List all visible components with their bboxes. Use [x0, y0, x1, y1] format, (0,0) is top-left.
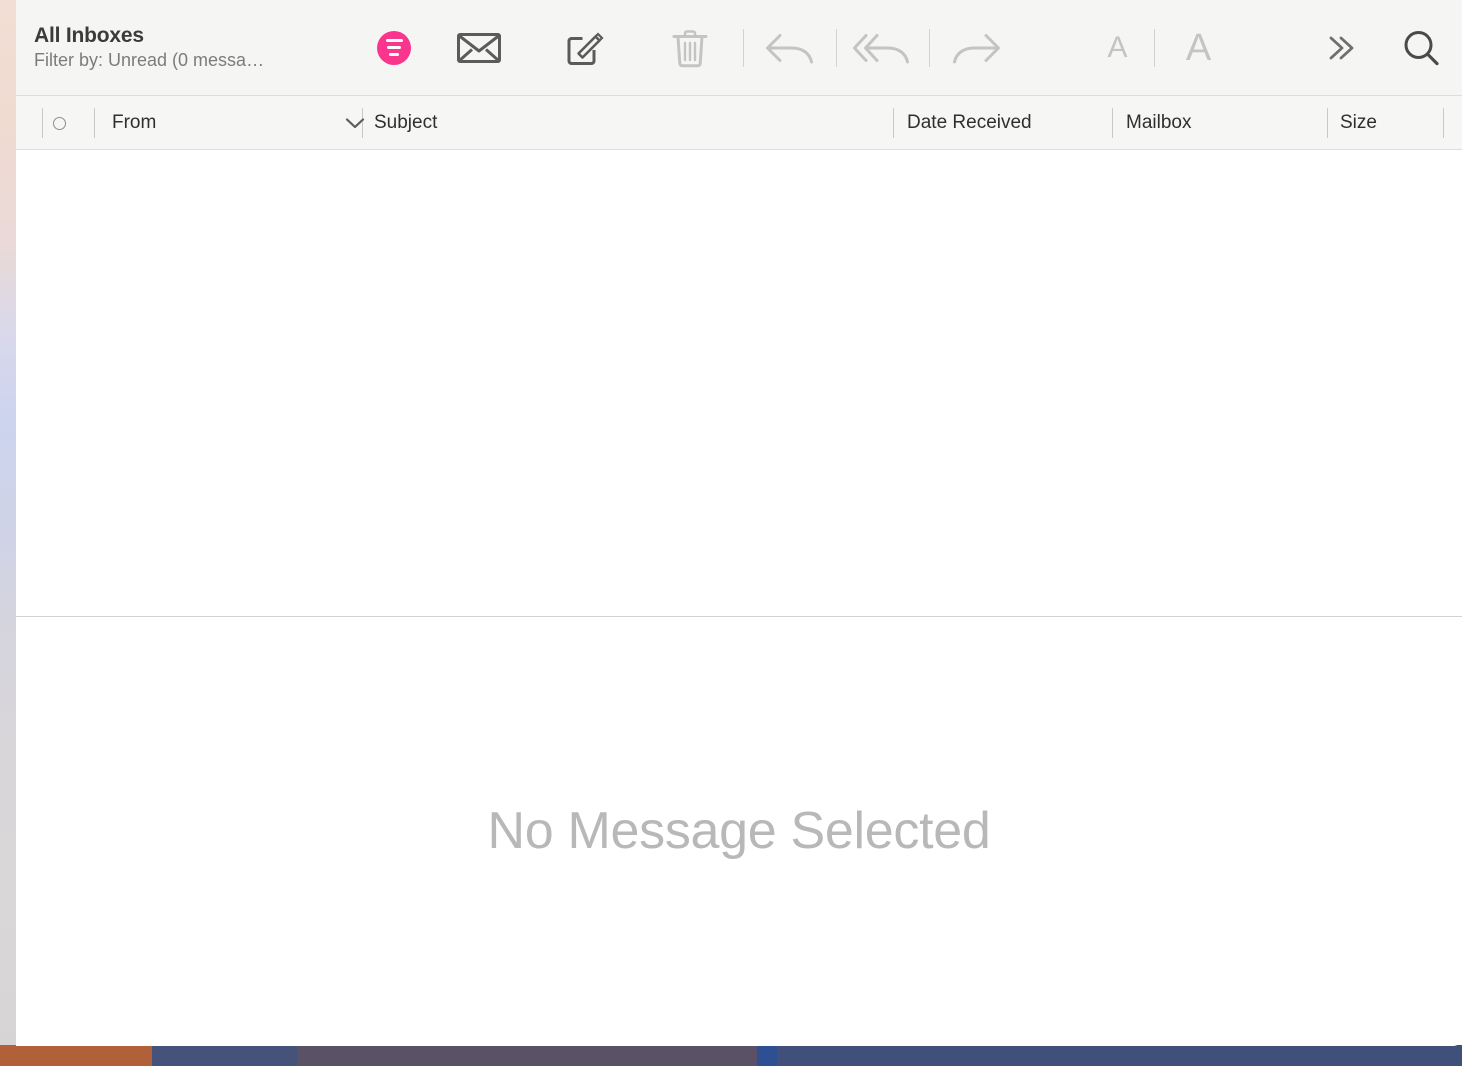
reply-all-arrow-icon: [852, 31, 914, 65]
filter-icon[interactable]: [377, 30, 411, 65]
toolbar: All Inboxes Filter by: Unread (0 messa…: [16, 0, 1462, 96]
column-header-subject-label: Subject: [374, 112, 438, 133]
circle-icon: [53, 116, 66, 130]
column-divider[interactable]: [94, 108, 95, 138]
column-divider[interactable]: [1327, 108, 1328, 138]
envelope-icon: [456, 30, 502, 66]
column-divider[interactable]: [1112, 108, 1113, 138]
column-header-from[interactable]: From: [112, 96, 156, 150]
search-icon: [1401, 28, 1441, 68]
delete-button[interactable]: [637, 0, 743, 96]
column-header-size-label: Size: [1340, 112, 1377, 133]
small-a-icon: A: [1107, 30, 1128, 64]
large-a-icon: A: [1185, 26, 1212, 69]
page-title: All Inboxes: [34, 23, 144, 47]
filter-button[interactable]: [362, 0, 426, 96]
column-divider[interactable]: [893, 108, 894, 138]
wallpaper-bottom-strip: [0, 1045, 1462, 1066]
overflow-button[interactable]: [1302, 0, 1380, 96]
search-button[interactable]: [1380, 0, 1462, 96]
mail-window: All Inboxes Filter by: Unread (0 messa…: [16, 0, 1462, 1046]
toolbar-buttons: A A: [362, 0, 1462, 95]
wallpaper-segment: [0, 1045, 152, 1066]
increase-font-button[interactable]: A: [1155, 0, 1243, 96]
decrease-font-button[interactable]: A: [1082, 0, 1154, 96]
column-header-unread[interactable]: [53, 96, 66, 150]
column-header-size[interactable]: Size: [1340, 96, 1377, 150]
wallpaper-segment: [757, 1045, 777, 1066]
filter-status-text: Filter by: Unread (0 messa…: [34, 49, 265, 70]
column-header-date-received-label: Date Received: [907, 112, 1032, 133]
column-header-subject[interactable]: Subject: [374, 96, 437, 150]
trash-icon: [670, 27, 710, 69]
no-message-selected-placeholder: No Message Selected: [487, 801, 991, 860]
reply-button[interactable]: [744, 0, 836, 96]
message-list[interactable]: [16, 150, 1462, 617]
get-mail-button[interactable]: [426, 0, 531, 96]
reply-all-button[interactable]: [837, 0, 929, 96]
wallpaper-left-strip: [0, 0, 16, 1066]
reply-arrow-icon: [763, 31, 817, 65]
column-divider[interactable]: [1443, 108, 1444, 138]
message-list-column-header: From Subject Date Received Mailbox Size: [16, 96, 1462, 150]
mailbox-title-block: All Inboxes Filter by: Unread (0 messa…: [16, 23, 362, 73]
forward-arrow-icon: [949, 31, 1003, 65]
compose-button[interactable]: [531, 0, 637, 96]
chevron-double-right-icon: [1323, 33, 1359, 63]
sort-indicator[interactable]: [344, 96, 366, 150]
chevron-down-icon: [344, 116, 366, 130]
wallpaper-segment: [297, 1045, 757, 1066]
compose-icon: [564, 28, 604, 68]
message-preview-pane: No Message Selected: [16, 617, 1462, 1044]
column-header-mailbox[interactable]: Mailbox: [1126, 96, 1191, 150]
column-header-from-label: From: [112, 112, 157, 133]
wallpaper-segment: [152, 1045, 297, 1066]
forward-button[interactable]: [930, 0, 1022, 96]
wallpaper-segment: [777, 1045, 1462, 1066]
column-header-date-received[interactable]: Date Received: [907, 96, 1032, 150]
column-header-mailbox-label: Mailbox: [1126, 112, 1192, 133]
column-divider[interactable]: [42, 108, 43, 138]
